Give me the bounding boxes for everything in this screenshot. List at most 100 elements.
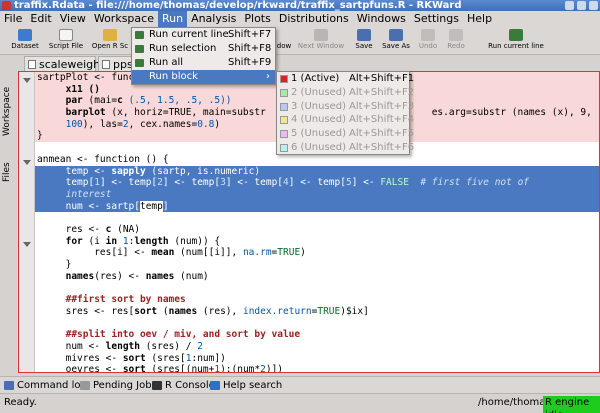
help-icon bbox=[210, 381, 220, 390]
menu-item-run-all[interactable]: Run all Shift+F9 bbox=[132, 56, 275, 70]
document-tabs: scaleweights ppsc bbox=[18, 56, 600, 71]
bottom-tool-tabs: Command log Pending Jobs R Console Help … bbox=[0, 376, 600, 393]
command-log-icon bbox=[4, 381, 14, 390]
fold-marker-icon[interactable] bbox=[23, 160, 31, 165]
code-line: for (i in 1:length (num)) { bbox=[65, 235, 221, 247]
menu-item-run-block[interactable]: Run block › bbox=[132, 70, 275, 84]
close-icon[interactable] bbox=[589, 1, 598, 10]
pending-jobs-icon bbox=[80, 381, 90, 390]
tab-help-search[interactable]: Help search bbox=[210, 379, 282, 392]
open-r-script-button[interactable]: Open R Sc bbox=[90, 27, 130, 55]
menu-analysis[interactable]: Analysis bbox=[187, 11, 240, 27]
next-window-icon bbox=[314, 29, 328, 41]
title-bar: traffix.Rdata - file:///home/thomas/deve… bbox=[0, 0, 600, 11]
block-color-swatch-icon bbox=[280, 143, 288, 152]
code-line: mivres <- sort (sres[1:num]) bbox=[65, 352, 226, 364]
menu-item-run-selection[interactable]: Run selection Shift+F8 bbox=[132, 42, 275, 56]
script-file-button[interactable]: Script File bbox=[46, 27, 86, 55]
undo-button[interactable]: Undo bbox=[416, 27, 440, 55]
run-block-4[interactable]: 4 (Unused) Alt+Shift+F4 bbox=[277, 113, 414, 127]
status-message: Ready. bbox=[4, 397, 37, 408]
status-bar: Ready. /home/thomas R engine idle bbox=[0, 393, 600, 413]
run-block-3[interactable]: 3 (Unused) Alt+Shift+F3 bbox=[277, 100, 414, 114]
tab-scaleweights[interactable]: scaleweights bbox=[24, 56, 110, 71]
document-icon bbox=[102, 60, 110, 69]
menu-help[interactable]: Help bbox=[463, 11, 496, 27]
run-line-icon bbox=[509, 29, 523, 41]
menu-plots[interactable]: Plots bbox=[240, 11, 274, 27]
window-icon bbox=[277, 29, 291, 41]
run-menu-dropdown: Run current line Shift+F7 Run selection Sh… bbox=[131, 27, 276, 85]
window-button[interactable]: dow bbox=[276, 27, 292, 55]
menu-windows[interactable]: Windows bbox=[353, 11, 410, 27]
menubar: File Edit View Workspace Run Analysis Plots Dis… bbox=[0, 11, 600, 27]
block-color-swatch-icon bbox=[280, 130, 288, 139]
window-title: traffix.Rdata - file:///home/thomas/deve… bbox=[14, 0, 462, 11]
save-as-button[interactable]: Save As bbox=[380, 27, 412, 55]
run-all-icon bbox=[135, 59, 144, 67]
code-line: interest bbox=[35, 188, 599, 201]
code-line: temp[1] <- temp[2] <- temp[3] <- temp[4]… bbox=[35, 177, 599, 189]
fold-marker-icon[interactable] bbox=[23, 78, 31, 83]
code-line: oevres <- sort (sres[(num+1):(num*2)]) bbox=[65, 364, 284, 373]
code-line: ##split into oev / miv, and sort by valu… bbox=[65, 329, 301, 341]
run-block-2[interactable]: 2 (Unused) Alt+Shift+F2 bbox=[277, 86, 414, 100]
code-line: res[i] <- mean (num[[i]], na.rm=TRUE) bbox=[94, 247, 306, 259]
maximize-icon[interactable] bbox=[577, 1, 586, 10]
menu-edit[interactable]: Edit bbox=[26, 11, 55, 27]
document-icon bbox=[28, 60, 36, 69]
next-window-button[interactable]: Next Window bbox=[296, 27, 346, 55]
run-block-6[interactable]: 6 (Unused) Alt+Shift+F6 bbox=[277, 141, 414, 155]
code-line: } bbox=[65, 259, 72, 270]
console-icon bbox=[152, 381, 162, 390]
code-line: res <- c (NA) bbox=[65, 223, 140, 235]
menu-distributions[interactable]: Distributions bbox=[275, 11, 353, 27]
current-directory[interactable]: /home/thomas bbox=[478, 397, 551, 408]
code-line: num <- sartp[temp] bbox=[35, 200, 599, 213]
code-line: num <- length (sres) / 2 bbox=[65, 340, 203, 352]
redo-button[interactable]: Redo bbox=[444, 27, 468, 55]
code-line: anmean <- function () { bbox=[37, 153, 169, 165]
dataset-button[interactable]: Dataset bbox=[8, 27, 42, 55]
script-icon bbox=[59, 29, 73, 41]
code-line: names(res) <- names (num) bbox=[65, 270, 209, 282]
run-line-icon bbox=[135, 31, 144, 39]
menu-run[interactable]: Run bbox=[157, 11, 188, 27]
minimize-icon[interactable] bbox=[565, 1, 574, 10]
save-button[interactable]: Save bbox=[352, 27, 376, 55]
code-line: sres <- res[sort (names (res), index.ret… bbox=[65, 305, 369, 317]
toolbar: Dataset Script File Open R Sc dow Next W… bbox=[0, 27, 600, 55]
fold-marker-icon[interactable] bbox=[23, 242, 31, 247]
menu-workspace[interactable]: Workspace bbox=[90, 11, 158, 27]
undo-icon bbox=[421, 29, 435, 41]
block-color-swatch-icon bbox=[280, 116, 288, 125]
engine-status-badge: R engine idle bbox=[543, 396, 600, 413]
menu-view[interactable]: View bbox=[56, 11, 90, 27]
block-color-swatch-icon bbox=[280, 75, 288, 83]
run-selection-icon bbox=[135, 45, 144, 53]
save-icon bbox=[357, 29, 371, 41]
left-dock: Workspace Files bbox=[0, 55, 18, 375]
run-current-line-button[interactable]: Run current line bbox=[484, 27, 548, 55]
menu-file[interactable]: File bbox=[0, 11, 26, 27]
tab-pending-jobs[interactable]: Pending Jobs bbox=[80, 379, 157, 392]
redo-icon bbox=[449, 29, 463, 41]
workspace-dock-tab[interactable]: Workspace bbox=[2, 79, 16, 143]
menu-item-run-current-line[interactable]: Run current line Shift+F7 bbox=[132, 28, 275, 42]
tab-r-console[interactable]: R Console bbox=[152, 379, 215, 392]
editor-gutter bbox=[19, 72, 35, 372]
run-block-1[interactable]: 1 (Active) Alt+Shift+F1 bbox=[277, 72, 414, 86]
rkward-app-icon bbox=[2, 1, 11, 10]
run-block-submenu: 1 (Active) Alt+Shift+F1 2 (Unused) Alt+Shi… bbox=[276, 71, 414, 155]
files-dock-tab[interactable]: Files bbox=[2, 155, 16, 189]
tab-command-log[interactable]: Command log bbox=[4, 379, 87, 392]
save-as-icon bbox=[389, 29, 403, 41]
menu-settings[interactable]: Settings bbox=[410, 11, 463, 27]
block-color-swatch-icon bbox=[280, 102, 288, 111]
code-line: ##first sort by names bbox=[65, 294, 186, 306]
open-folder-icon bbox=[103, 29, 117, 41]
run-block-5[interactable]: 5 (Unused) Alt+Shift+F5 bbox=[277, 127, 414, 141]
tab-ppsc[interactable]: ppsc bbox=[98, 56, 134, 71]
